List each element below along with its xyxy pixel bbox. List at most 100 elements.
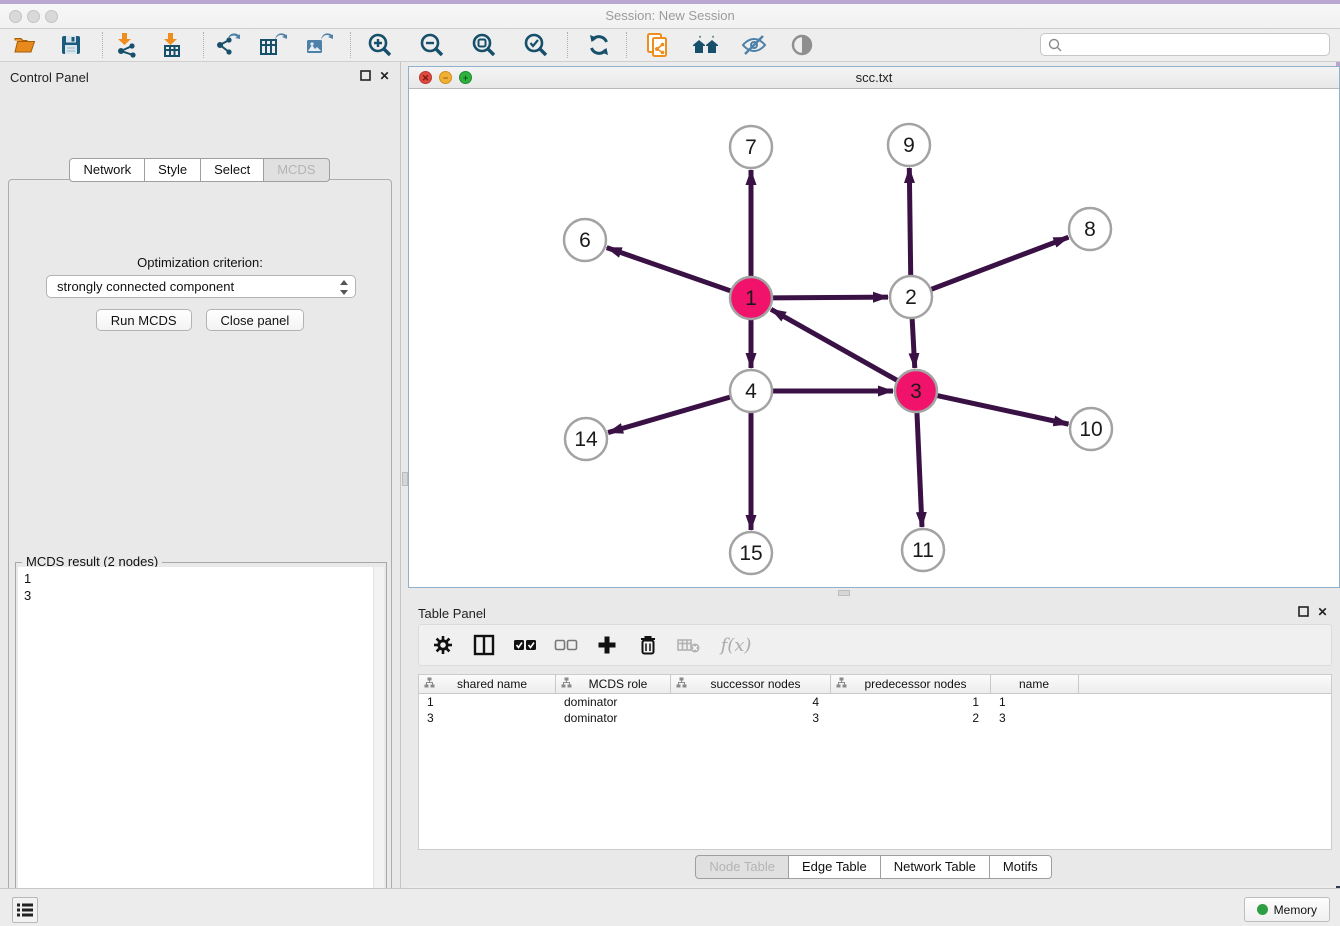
table-header-row: shared nameMCDS rolesuccessor nodes prede… [419, 675, 1331, 694]
tab-node-table[interactable]: Node Table [695, 855, 789, 879]
graph-node-label-4: 4 [745, 380, 757, 403]
column-label: predecessor nodes [847, 677, 990, 691]
graph-node-label-6: 6 [579, 229, 591, 252]
graph-edge-2-9[interactable] [909, 168, 910, 276]
tab-network[interactable]: Network [69, 158, 145, 182]
task-history-button[interactable] [12, 897, 38, 923]
zoom-selected-icon[interactable] [519, 30, 553, 60]
open-session-icon[interactable] [8, 30, 42, 60]
cell-successor-nodes[interactable]: 4 [671, 694, 831, 710]
network-window-title: scc.txt [409, 67, 1339, 88]
table-panel-title: Table Panel [418, 606, 486, 621]
float-panel-icon[interactable] [359, 70, 372, 83]
panel-divider-vertical[interactable] [400, 62, 408, 888]
graph-node-label-9: 9 [903, 134, 915, 157]
column-header-shared-name[interactable]: shared name [419, 675, 556, 693]
optimization-criterion-select[interactable]: strongly connected component [46, 275, 356, 298]
optimization-criterion-value: strongly connected component [57, 279, 234, 294]
cell-name[interactable]: 1 [991, 694, 1079, 710]
cell-shared-name[interactable]: 3 [419, 710, 556, 726]
add-column-icon[interactable] [595, 633, 619, 657]
refresh-view-icon[interactable] [582, 30, 616, 60]
network-canvas[interactable]: 7968124314101511 [409, 89, 1339, 587]
search-input[interactable] [1063, 36, 1329, 54]
tab-mcds[interactable]: MCDS [263, 158, 329, 182]
tab-style[interactable]: Style [144, 158, 201, 182]
column-header-predecessor-nodes[interactable]: predecessor nodes [831, 675, 991, 693]
delete-table-icon [677, 633, 701, 657]
tab-motifs[interactable]: Motifs [989, 855, 1052, 879]
graph-edge-1-6[interactable] [607, 248, 731, 291]
graph-edge-1-2[interactable] [772, 297, 888, 298]
first-neighbors-icon[interactable] [689, 30, 723, 60]
frame-close-button[interactable]: ✕ [419, 71, 432, 84]
zoom-out-icon[interactable] [415, 30, 449, 60]
control-panel-title: Control Panel [10, 70, 89, 85]
cell-shared-name[interactable]: 1 [419, 694, 556, 710]
control-panel: Control Panel ✕ NetworkStyleSelectMCDS O… [0, 62, 400, 888]
import-network-icon[interactable] [109, 30, 143, 60]
export-table-icon[interactable] [256, 30, 290, 60]
graph-edge-2-8[interactable] [931, 237, 1069, 289]
window-zoom-button[interactable] [45, 10, 58, 23]
toolbar-separator [567, 32, 568, 58]
table-row[interactable]: 3dominator323 [419, 710, 1331, 726]
graph-edge-3-10[interactable] [937, 395, 1069, 424]
zoom-fit-icon[interactable] [467, 30, 501, 60]
table-row[interactable]: 1dominator411 [419, 694, 1331, 710]
tab-edge-table[interactable]: Edge Table [788, 855, 881, 879]
table-settings-icon[interactable] [431, 633, 455, 657]
run-mcds-button[interactable]: Run MCDS [96, 309, 192, 331]
panel-divider-horizontal[interactable] [408, 588, 1340, 598]
result-scrollbar[interactable] [373, 567, 384, 926]
cell-predecessor-nodes[interactable]: 1 [831, 694, 991, 710]
list-icon [16, 902, 34, 918]
show-all-icon[interactable] [785, 30, 819, 60]
cell-MCDS-role[interactable]: dominator [556, 694, 671, 710]
export-network-icon[interactable] [210, 30, 244, 60]
mcds-result-textarea[interactable]: 1 3 [18, 567, 384, 926]
memory-button[interactable]: Memory [1244, 897, 1330, 922]
graph-edge-3-1[interactable] [771, 309, 898, 380]
tab-network-table[interactable]: Network Table [880, 855, 990, 879]
tab-select[interactable]: Select [200, 158, 264, 182]
column-header-name[interactable]: name [991, 675, 1079, 693]
import-table-icon[interactable] [155, 30, 189, 60]
graph-node-label-15: 15 [739, 542, 762, 565]
frame-zoom-button[interactable]: + [459, 71, 472, 84]
graph-edge-4-14[interactable] [608, 397, 731, 433]
close-panel-button[interactable]: Close panel [206, 309, 305, 331]
float-panel-icon[interactable] [1297, 606, 1310, 619]
network-view-window: ✕ − + scc.txt 7968124314101511 [408, 66, 1340, 588]
hide-selected-icon[interactable] [737, 30, 771, 60]
frame-minimize-button[interactable]: − [439, 71, 452, 84]
graph-edge-3-11[interactable] [917, 412, 922, 527]
column-type-icon [836, 677, 847, 691]
zoom-in-icon[interactable] [363, 30, 397, 60]
delete-column-icon[interactable] [636, 633, 660, 657]
graph-edge-2-3[interactable] [912, 318, 915, 368]
memory-status-icon [1257, 904, 1268, 915]
memory-label: Memory [1274, 903, 1317, 917]
divider-grip[interactable] [838, 590, 850, 596]
column-header-successor-nodes[interactable]: successor nodes [671, 675, 831, 693]
export-image-icon[interactable] [302, 30, 336, 60]
show-columns-icon[interactable] [472, 633, 496, 657]
search-field[interactable] [1040, 33, 1330, 56]
window-close-button[interactable] [9, 10, 22, 23]
clone-network-icon[interactable] [641, 30, 675, 60]
select-all-icon[interactable] [513, 633, 537, 657]
cell-predecessor-nodes[interactable]: 2 [831, 710, 991, 726]
cell-MCDS-role[interactable]: dominator [556, 710, 671, 726]
save-session-icon[interactable] [54, 30, 88, 60]
deselect-all-icon[interactable] [554, 633, 578, 657]
window-minimize-button[interactable] [27, 10, 40, 23]
column-header-MCDS-role[interactable]: MCDS role [556, 675, 671, 693]
graph-node-label-1: 1 [745, 287, 757, 310]
graph-node-label-10: 10 [1079, 418, 1102, 441]
network-window-titlebar[interactable]: ✕ − + scc.txt [409, 67, 1339, 89]
cell-name[interactable]: 3 [991, 710, 1079, 726]
close-panel-icon[interactable]: ✕ [1316, 606, 1329, 619]
close-panel-icon[interactable]: ✕ [378, 70, 391, 83]
cell-successor-nodes[interactable]: 3 [671, 710, 831, 726]
